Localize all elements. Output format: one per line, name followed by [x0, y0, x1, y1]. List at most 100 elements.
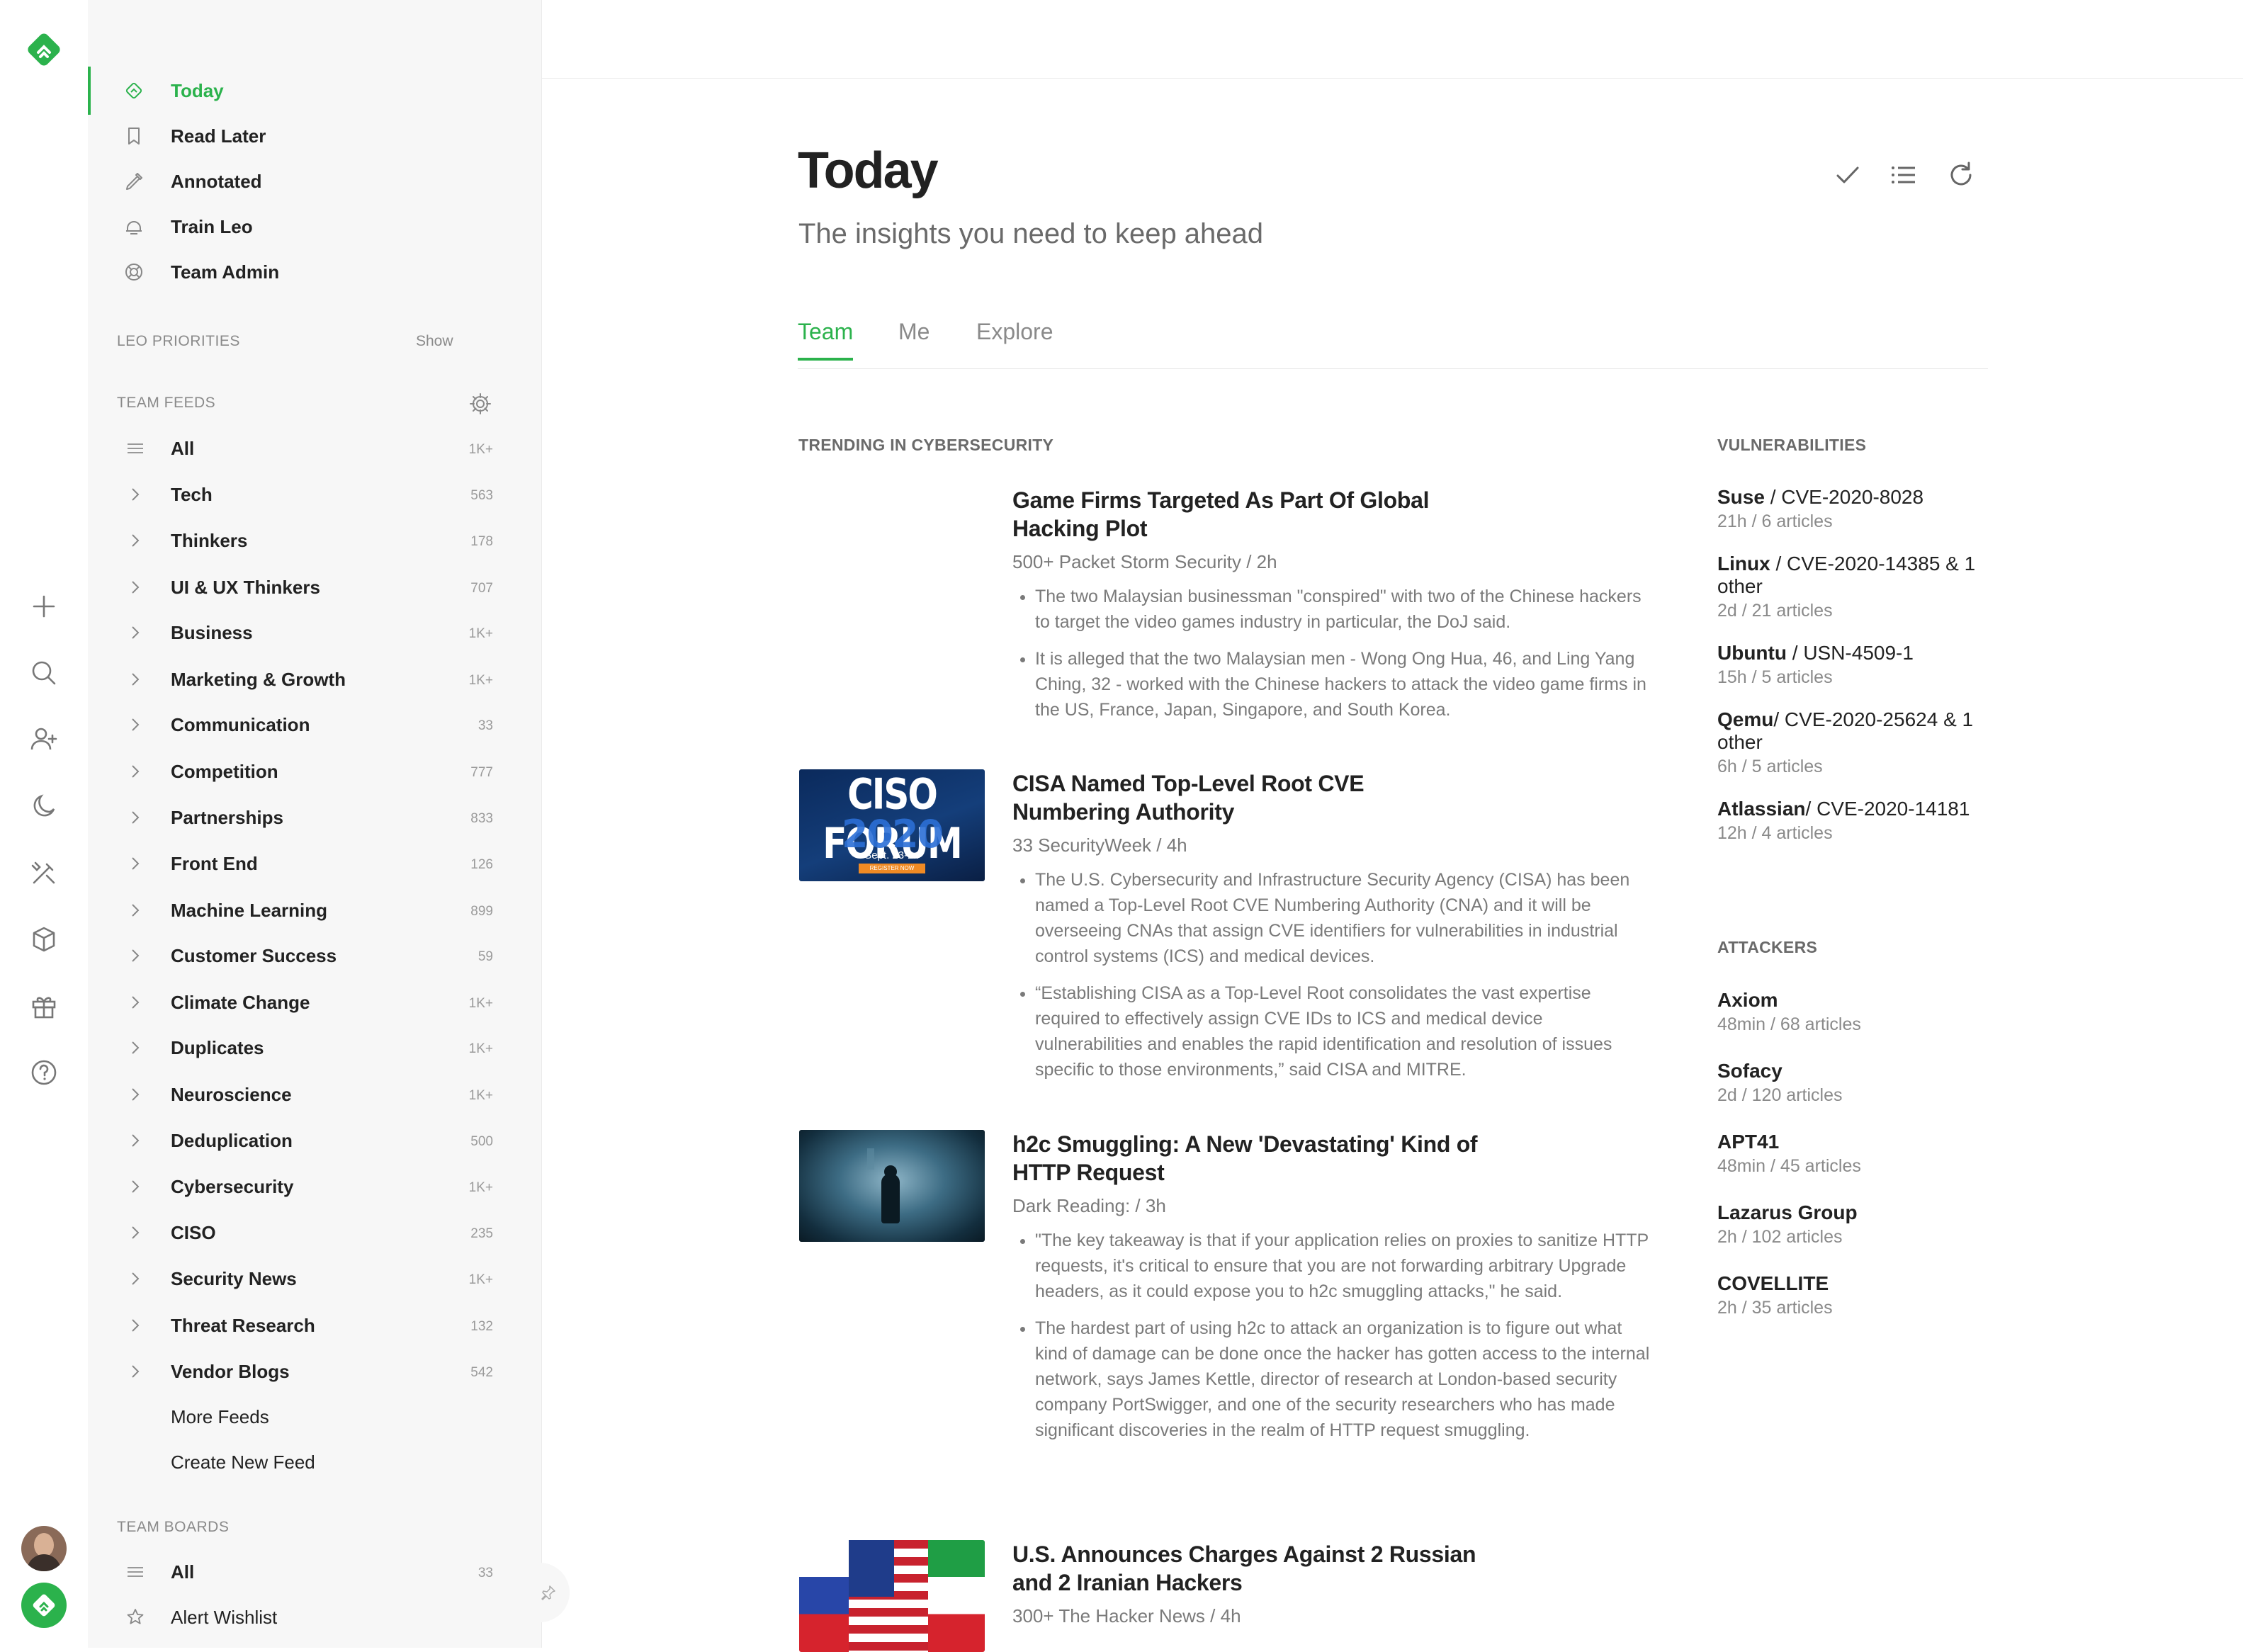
attacker-meta: 48min / 68 articles [1717, 1014, 1861, 1034]
attacker-item[interactable]: APT41 48min / 45 articles [1717, 1131, 2001, 1179]
gear-icon[interactable] [468, 391, 493, 417]
pin-icon[interactable] [527, 1563, 570, 1622]
vulnerability-item[interactable]: Ubuntu / USN-4509-1 15h / 5 articles [1717, 642, 2001, 690]
tab-me[interactable]: Me [898, 319, 930, 358]
feed-item-competition[interactable]: Competition 777 [88, 751, 541, 792]
feed-item-ciso[interactable]: CISO 235 [88, 1212, 541, 1253]
feed-item-climate-change[interactable]: Climate Change 1K+ [88, 982, 541, 1023]
leo-priorities-show-button[interactable]: Show [416, 333, 453, 350]
plus-icon[interactable] [26, 588, 62, 625]
vulnerability-vendor: Atlassian [1717, 798, 1806, 820]
nav-item-train-leo[interactable]: Train Leo [88, 205, 541, 248]
feed-item-count: 542 [470, 1365, 493, 1380]
chevron-right-icon[interactable] [125, 530, 146, 551]
article-title[interactable]: Game Firms Targeted As Part Of Global Ha… [1012, 486, 1480, 543]
chevron-right-icon[interactable] [125, 577, 146, 598]
feed-item-marketing-growth[interactable]: Marketing & Growth 1K+ [88, 659, 541, 700]
feed-item-count: 1K+ [468, 1041, 493, 1056]
nav-item-label: Train Leo [171, 215, 253, 237]
chevron-right-icon[interactable] [125, 714, 146, 735]
feed-item-cybersecurity[interactable]: Cybersecurity 1K+ [88, 1166, 541, 1207]
more-feeds-link[interactable]: More Feeds [171, 1406, 269, 1428]
create-new-feed-link[interactable]: Create New Feed [171, 1452, 315, 1473]
mark-as-read-button[interactable] [1829, 156, 1867, 194]
tab-explore[interactable]: Explore [976, 319, 1053, 358]
attacker-item[interactable]: Axiom 48min / 68 articles [1717, 989, 2001, 1037]
attacker-item[interactable]: COVELLITE 2h / 35 articles [1717, 1272, 2001, 1320]
feed-item-label: CISO [171, 1222, 216, 1243]
vulnerability-meta: 12h / 4 articles [1717, 823, 1833, 843]
chevron-right-icon[interactable] [125, 1037, 146, 1058]
tab-team[interactable]: Team [798, 319, 854, 361]
feedly-account-icon[interactable] [21, 1583, 67, 1628]
chevron-right-icon[interactable] [125, 1315, 146, 1336]
moon-icon[interactable] [26, 788, 62, 825]
layout-options-button[interactable] [1885, 156, 1923, 194]
article-summary: "The key takeaway is that if your applic… [1012, 1228, 1651, 1454]
feed-item-security-news[interactable]: Security News 1K+ [88, 1258, 541, 1299]
feed-item-front-end[interactable]: Front End 126 [88, 843, 541, 884]
box-icon[interactable] [26, 921, 62, 958]
chevron-right-icon[interactable] [125, 992, 146, 1013]
chevron-right-icon[interactable] [125, 761, 146, 782]
chevron-right-icon[interactable] [125, 900, 146, 921]
feed-item-business[interactable]: Business 1K+ [88, 612, 541, 653]
nav-item-today[interactable]: Today [88, 67, 541, 115]
feed-item-machine-learning[interactable]: Machine Learning 899 [88, 890, 541, 931]
feed-item-label: Partnerships [171, 807, 283, 828]
chevron-right-icon[interactable] [125, 945, 146, 966]
nav-item-team-admin[interactable]: Team Admin [88, 251, 541, 293]
chevron-right-icon[interactable] [125, 807, 146, 828]
article-title[interactable]: h2c Smuggling: A New 'Devastating' Kind … [1012, 1130, 1480, 1187]
chevron-right-icon[interactable] [125, 1268, 146, 1289]
board-item-all[interactable]: All 33 [88, 1551, 541, 1592]
chevron-right-icon[interactable] [125, 1222, 146, 1243]
chevron-right-icon[interactable] [125, 853, 146, 874]
vulnerability-item[interactable]: Linux / CVE-2020-14385 & 1 other 2d / 21… [1717, 553, 2001, 623]
feed-item-customer-success[interactable]: Customer Success 59 [88, 935, 541, 976]
chevron-right-icon[interactable] [125, 669, 146, 690]
article-thumbnail[interactable] [799, 1540, 985, 1652]
tools-icon[interactable] [26, 854, 62, 891]
help-icon[interactable] [26, 1054, 62, 1091]
attacker-meta: 48min / 45 articles [1717, 1156, 1861, 1176]
chevron-right-icon[interactable] [125, 1084, 146, 1105]
feed-item-all[interactable]: All 1K+ [88, 428, 541, 469]
board-item-alert-wishlist[interactable]: Alert Wishlist [88, 1597, 541, 1638]
feed-item-neuroscience[interactable]: Neuroscience 1K+ [88, 1074, 541, 1115]
article-title[interactable]: CISA Named Top-Level Root CVE Numbering … [1012, 769, 1480, 826]
feed-item-communication[interactable]: Communication 33 [88, 704, 541, 745]
attacker-item[interactable]: Lazarus Group 2h / 102 articles [1717, 1201, 2001, 1250]
chevron-right-icon[interactable] [125, 622, 146, 643]
article-thumbnail[interactable] [799, 1130, 985, 1242]
feed-item-threat-research[interactable]: Threat Research 132 [88, 1305, 541, 1346]
vulnerability-item[interactable]: Suse / CVE-2020-8028 21h / 6 articles [1717, 486, 2001, 534]
leo-bot-icon [122, 215, 146, 239]
feed-item-thinkers[interactable]: Thinkers 178 [88, 520, 541, 561]
refresh-button[interactable] [1942, 156, 1980, 194]
search-icon[interactable] [26, 655, 62, 691]
attacker-meta: 2h / 35 articles [1717, 1298, 1833, 1318]
gift-icon[interactable] [26, 988, 62, 1024]
add-user-icon[interactable] [26, 721, 62, 758]
chevron-right-icon[interactable] [125, 1130, 146, 1151]
vulnerability-item[interactable]: Qemu/ CVE-2020-25624 & 1 other 6h / 5 ar… [1717, 708, 2001, 779]
feed-item-tech[interactable]: Tech 563 [88, 474, 541, 515]
trending-heading: TRENDING IN CYBERSECURITY [798, 436, 1054, 454]
chevron-right-icon[interactable] [125, 1176, 146, 1197]
article-thumbnail[interactable]: CISO FORUM 2020 Sept. 23-24 REGISTER NOW [799, 769, 985, 881]
avatar[interactable] [21, 1526, 67, 1571]
nav-item-read-later[interactable]: Read Later [88, 115, 541, 157]
article-title[interactable]: U.S. Announces Charges Against 2 Russian… [1012, 1540, 1480, 1597]
feed-item-duplicates[interactable]: Duplicates 1K+ [88, 1027, 541, 1068]
vulnerability-item[interactable]: Atlassian/ CVE-2020-14181 12h / 4 articl… [1717, 798, 2001, 846]
feed-item-partnerships[interactable]: Partnerships 833 [88, 797, 541, 838]
feed-item-ui-ux-thinkers[interactable]: UI & UX Thinkers 707 [88, 567, 541, 608]
chevron-right-icon[interactable] [125, 1361, 146, 1382]
feed-item-vendor-blogs[interactable]: Vendor Blogs 542 [88, 1351, 541, 1392]
feedly-logo-icon[interactable] [23, 28, 65, 71]
attacker-item[interactable]: Sofacy 2d / 120 articles [1717, 1060, 2001, 1108]
chevron-right-icon[interactable] [125, 484, 146, 505]
nav-item-annotated[interactable]: Annotated [88, 160, 541, 203]
feed-item-deduplication[interactable]: Deduplication 500 [88, 1120, 541, 1161]
